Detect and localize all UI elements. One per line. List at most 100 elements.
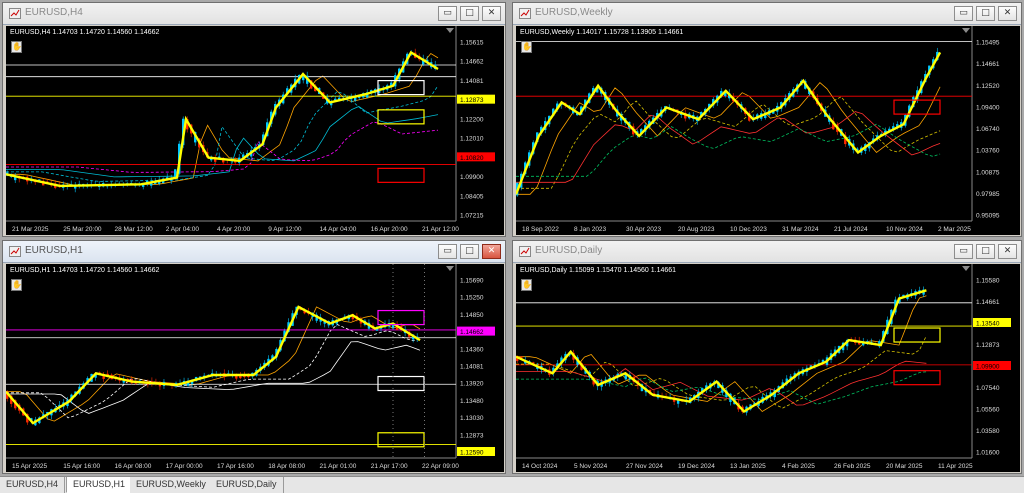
candle-body [174,169,177,177]
window-title: EURUSD,Weekly [535,7,613,18]
moving-average-line [516,123,941,177]
time-axis-label: 28 Mar 12:00 [115,226,154,233]
hand-cursor-icon[interactable]: ✋ [521,41,532,53]
price-axis-label: 1.09900 [976,364,1000,371]
time-axis-label: 18 Sep 2022 [522,226,559,233]
time-axis-label: 15 Apr 16:00 [63,463,100,470]
maximize-button[interactable]: □ [976,244,995,259]
price-axis-label: 1.14661 [976,299,1000,306]
symbol-ohlc-info: EURUSD,Weekly 1.14017 1.15728 1.13905 1.… [520,29,684,36]
chart-window-icon [519,8,531,19]
time-axis-label: 25 Mar 20:00 [63,226,102,233]
time-axis-label: 9 Apr 12:00 [268,226,302,233]
close-button[interactable]: ✕ [998,244,1017,259]
window-titlebar[interactable]: EURUSD,H1 ▭ □ ✕ [3,241,505,263]
price-axis-label: 1.09400 [976,104,1000,111]
moving-average-line [516,111,941,183]
chart-window-weekly[interactable]: EURUSD,Weekly ▭ □ ✕ 1.15495 1.14661 1.1252… [512,2,1022,237]
time-axis-label: 10 Dec 2023 [730,226,767,233]
time-axis-label: 5 Nov 2024 [574,463,608,470]
zigzag-line [6,50,439,188]
window-titlebar[interactable]: EURUSD,H4 ▭ □ ✕ [3,3,505,25]
close-button[interactable]: ✕ [482,244,501,259]
chart-window-icon [519,246,531,257]
moving-average-line [516,360,927,406]
hand-cursor-icon[interactable]: ✋ [521,279,532,291]
time-axis-label: 27 Nov 2024 [626,463,663,470]
time-axis-label: 21 Apr 12:00 [422,226,459,233]
price-axis-label: 1.14360 [460,346,484,353]
chart-shift-marker-icon[interactable] [962,266,970,271]
price-axis-label: 1.14081 [460,364,484,371]
time-axis-label: 2 Mar 2025 [938,226,971,233]
price-axis-label: 1.15690 [460,278,484,285]
price-axis-label: 1.14081 [460,78,484,85]
maximize-button[interactable]: □ [976,6,995,21]
tab-eurusd-weekly[interactable]: EURUSD,Weekly [130,477,213,493]
zone-box [893,370,941,386]
close-button[interactable]: ✕ [998,6,1017,21]
tab-eurusd-h1[interactable]: EURUSD,H1 [66,477,133,493]
time-axis-label: 21 Mar 2025 [12,226,49,233]
chart-window-icon [9,246,21,257]
chart-window-h1[interactable]: EURUSD,H1 ▭ □ ✕ 1.15690 1.15250 1.14850 1.1… [2,240,506,474]
chart-shift-marker-icon[interactable] [962,28,970,33]
close-button[interactable]: ✕ [482,6,501,21]
price-axis-label: 1.08405 [460,193,484,200]
price-axis-label: 1.00875 [976,169,1000,176]
time-axis-label: 17 Apr 16:00 [217,463,254,470]
moving-average-line [6,52,439,187]
minimize-button[interactable]: ▭ [954,6,973,21]
window-title: EURUSD,H1 [25,245,83,256]
chart-window-h4[interactable]: EURUSD,H4 ▭ □ ✕ 1.15615 1.14662 1.14081 1.1… [2,2,506,237]
price-axis-label: 1.13540 [976,321,1000,328]
minimize-button[interactable]: ▭ [954,244,973,259]
chart-window-daily[interactable]: EURUSD,Daily ▭ □ ✕ 1.15580 1.14661 1.13540… [512,240,1022,474]
moving-average-line [516,335,927,409]
chart-shift-marker-icon[interactable] [446,28,454,33]
price-chart[interactable]: 1.15495 1.14661 1.12520 1.09400 1.06740 1.037… [516,26,1020,235]
window-title: EURUSD,H4 [25,7,83,18]
price-axis-label: 1.15495 [976,40,1000,47]
time-axis-label: 30 Apr 2023 [626,226,661,233]
symbol-ohlc-info: EURUSD,H4 1.14703 1.14720 1.14560 1.1466… [10,29,160,36]
tab-eurusd-daily[interactable]: EURUSD,Daily [210,477,284,493]
price-chart[interactable]: 1.15690 1.15250 1.14850 1.14662 1.14360 1.140… [6,264,504,472]
symbol-ohlc-info: EURUSD,Daily 1.15099 1.15470 1.14560 1.1… [520,267,677,274]
time-axis-label: 4 Feb 2025 [782,463,815,470]
time-axis-label: 21 Apr 17:00 [371,463,408,470]
time-axis-label: 14 Apr 04:00 [320,226,357,233]
price-axis-label: 0.95095 [976,213,1000,220]
time-axis-label: 4 Apr 20:00 [217,226,251,233]
hand-cursor-icon[interactable]: ✋ [11,279,22,291]
minimize-button[interactable]: ▭ [438,6,457,21]
price-chart[interactable]: 1.15615 1.14662 1.14081 1.12873 1.12200 1.120… [6,26,504,235]
zigzag-line [516,51,942,195]
chart-shift-marker-icon[interactable] [446,266,454,271]
price-axis-label: 1.14662 [460,59,484,66]
time-axis-label: 21 Apr 01:00 [320,463,357,470]
price-axis-label: 1.06740 [976,126,1000,133]
price-axis-label: 1.14661 [976,61,1000,68]
tab-eurusd-h4[interactable]: EURUSD,H4 [0,477,66,493]
time-axis-label: 16 Apr 20:00 [371,226,408,233]
time-axis-label: 17 Apr 00:00 [166,463,203,470]
price-axis-label: 1.05560 [976,407,1000,414]
time-axis-label: 18 Apr 08:00 [268,463,305,470]
price-axis-label: 1.12520 [976,83,1000,90]
price-axis-label: 0.97985 [976,191,1000,198]
price-axis-label: 1.03760 [976,148,1000,155]
maximize-button[interactable]: □ [460,244,479,259]
time-axis-label: 14 Oct 2024 [522,463,558,470]
price-axis-label: 1.12873 [460,97,484,104]
minimize-button[interactable]: ▭ [438,244,457,259]
window-titlebar[interactable]: EURUSD,Weekly ▭ □ ✕ [513,3,1021,25]
hand-cursor-icon[interactable]: ✋ [11,41,22,53]
zigzag-line [516,289,927,414]
time-axis-label: 15 Apr 2025 [12,463,47,470]
window-titlebar[interactable]: EURUSD,Daily ▭ □ ✕ [513,241,1021,263]
price-chart[interactable]: 1.15580 1.14661 1.13540 1.12873 1.09900 1.075… [516,264,1020,472]
price-axis-label: 1.15250 [460,295,484,302]
maximize-button[interactable]: □ [460,6,479,21]
chart-canvas: 1.15690 1.15250 1.14850 1.14662 1.14360 1.140… [6,264,495,470]
